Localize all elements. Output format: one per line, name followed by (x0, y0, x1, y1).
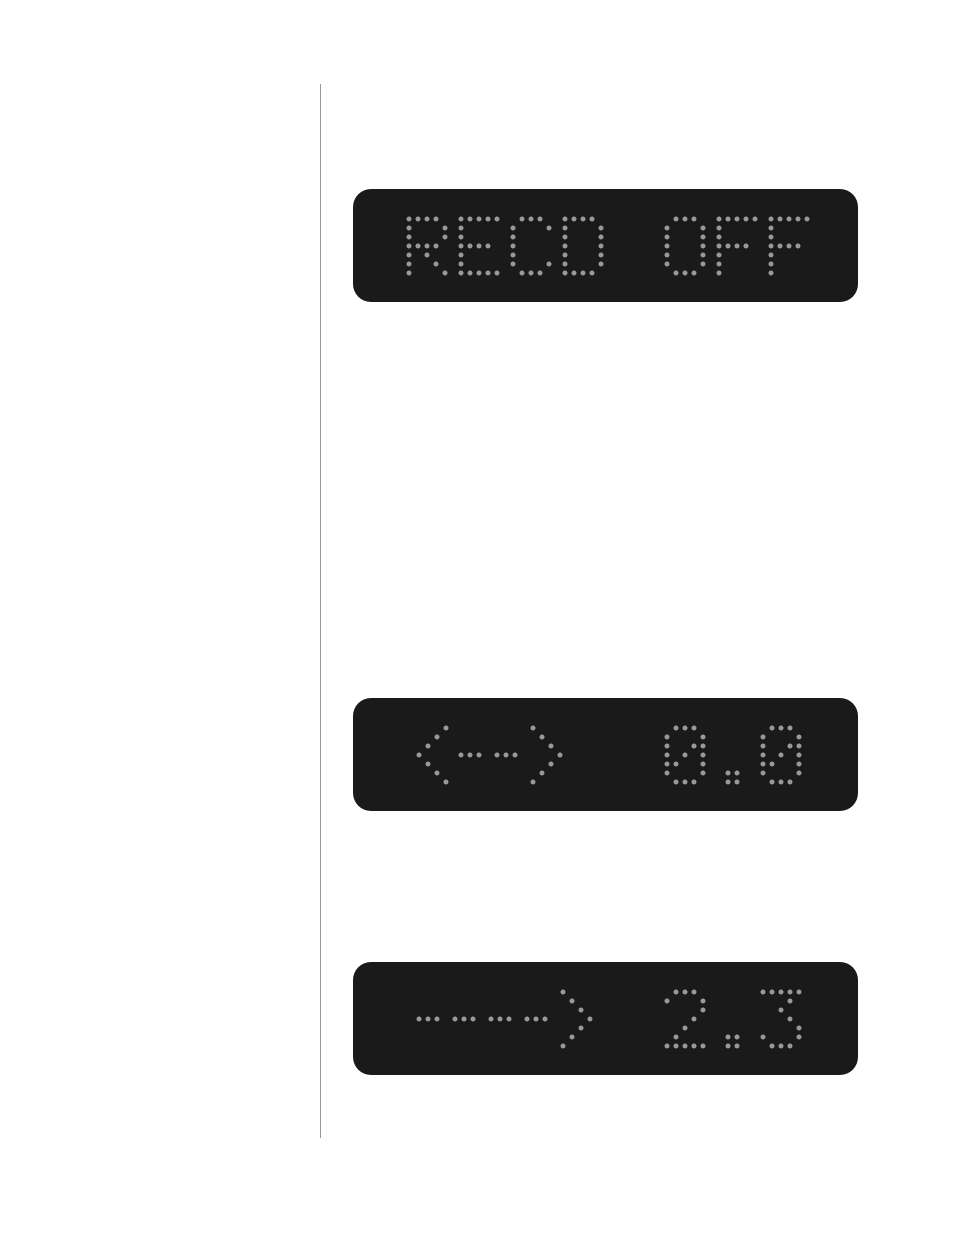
lcd-value-2-3 (664, 989, 801, 1048)
right-arrow-icon (416, 989, 592, 1048)
lcd-display-3 (353, 962, 858, 1075)
lcd-value-0-0 (664, 725, 801, 784)
lcd-display-1 (353, 189, 858, 302)
lcd-text-recd (406, 216, 603, 275)
lcd-display-2 (353, 698, 858, 811)
lcd-text-off (664, 216, 809, 275)
vertical-divider (320, 84, 321, 1138)
double-arrow-icon (416, 725, 562, 784)
